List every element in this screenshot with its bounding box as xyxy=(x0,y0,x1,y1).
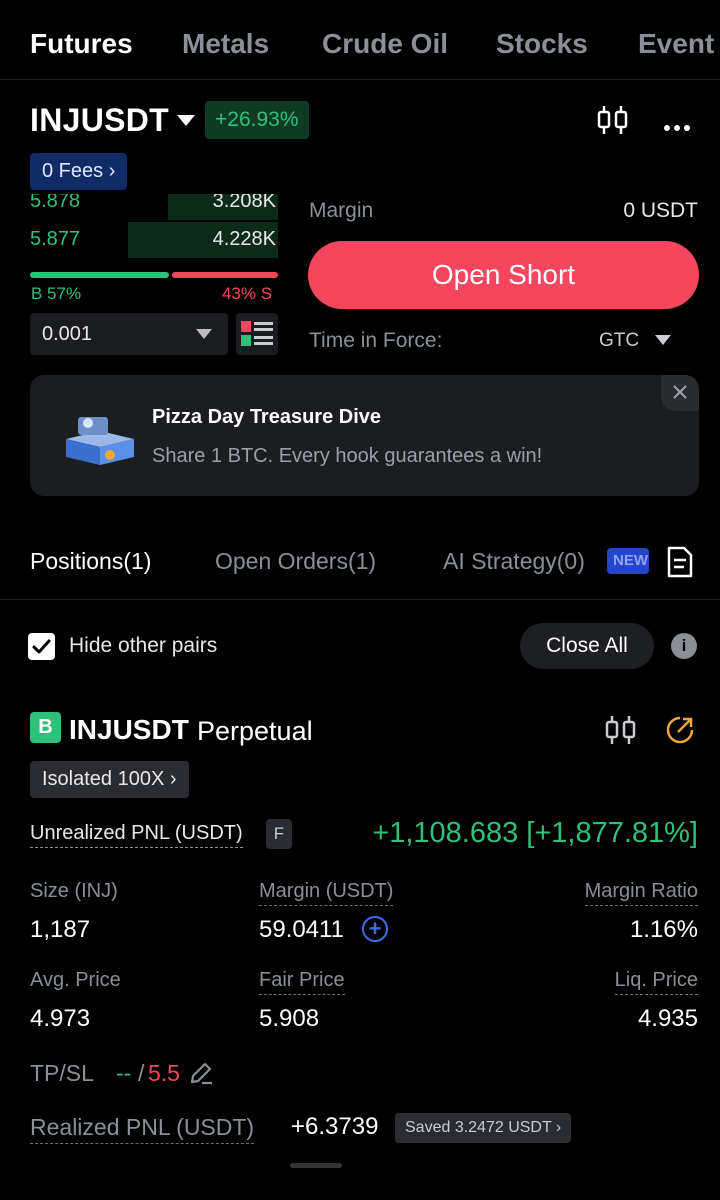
promo-banner[interactable]: Pizza Day Treasure Dive Share 1 BTC. Eve… xyxy=(30,375,699,496)
sell-ratio-bar xyxy=(172,272,278,278)
fair-price-label[interactable]: Fair Price xyxy=(259,969,345,995)
liq-price-value: 4.935 xyxy=(637,1005,698,1032)
promo-title: Pizza Day Treasure Dive xyxy=(152,406,382,428)
orderbook-price: 5.878 xyxy=(30,194,81,212)
orderbook-qty: 4.228K xyxy=(212,228,276,250)
tab-open-orders[interactable]: Open Orders(1) xyxy=(215,548,376,575)
promo-subtitle: Share 1 BTC. Every hook guarantees a win… xyxy=(152,445,543,467)
chevron-down-icon[interactable] xyxy=(177,115,195,126)
size-value: 1,187 xyxy=(30,916,91,943)
close-icon xyxy=(673,385,687,399)
document-icon[interactable] xyxy=(666,545,694,579)
saved-badge[interactable]: Saved 3.2472 USDT › xyxy=(395,1113,572,1143)
market-category-nav: Futures Metals Crude Oil Stocks Event xyxy=(0,0,720,80)
avg-price-value: 4.973 xyxy=(30,1005,91,1032)
sell-ratio-label: 43% S xyxy=(222,284,273,303)
buy-ratio-bar xyxy=(30,272,169,278)
tab-futures[interactable]: Futures xyxy=(30,28,133,60)
close-all-button[interactable]: Close All xyxy=(520,623,654,669)
divider xyxy=(0,599,720,600)
tab-ai-strategy[interactable]: AI Strategy(0) xyxy=(443,548,585,575)
unrealized-pnl-value: +1,108.683 [+1,877.81%] xyxy=(372,817,698,849)
margin-usdt-label[interactable]: Margin (USDT) xyxy=(259,880,394,906)
liq-price-label[interactable]: Liq. Price xyxy=(614,969,698,995)
tpsl-label: TP/SL xyxy=(30,1060,94,1086)
tpsl-separator: / xyxy=(138,1060,145,1086)
tab-event[interactable]: Event xyxy=(638,28,714,60)
share-icon[interactable] xyxy=(665,715,695,745)
precision-value: 0.001 xyxy=(42,323,93,345)
tab-stocks[interactable]: Stocks xyxy=(496,28,588,60)
margin-mode-button[interactable]: Isolated 100X › xyxy=(30,761,189,798)
dropdown-arrow-icon[interactable] xyxy=(655,335,671,345)
add-margin-icon[interactable]: + xyxy=(362,916,388,942)
edit-pencil-icon[interactable] xyxy=(188,1060,214,1086)
side-badge: B xyxy=(30,712,61,743)
avg-price-label: Avg. Price xyxy=(30,969,121,991)
symbol-selector[interactable]: INJUSDT xyxy=(30,102,169,139)
margin-usdt-value: 59.0411 xyxy=(259,916,344,943)
fees-label: 0 Fees xyxy=(42,160,104,182)
margin-value: 0 USDT xyxy=(623,199,698,222)
margin-mode-label: Isolated 100X xyxy=(42,768,165,790)
chevron-right-icon: › xyxy=(555,1119,562,1136)
tab-crude-oil[interactable]: Crude Oil xyxy=(322,28,448,60)
new-badge: NEW xyxy=(607,548,649,574)
size-label: Size (INJ) xyxy=(30,880,118,902)
orderbook-row[interactable]: 5.878 3.208K xyxy=(30,194,278,220)
open-short-button[interactable]: Open Short xyxy=(308,241,699,309)
position-type: Perpetual xyxy=(197,716,313,746)
info-icon[interactable]: i xyxy=(671,633,697,659)
precision-select[interactable]: 0.001 xyxy=(30,313,228,355)
realized-pnl-value: +6.3739 xyxy=(291,1113,379,1140)
position-symbol[interactable]: INJUSDT xyxy=(69,714,189,746)
orderbook-row[interactable]: 5.877 4.228K xyxy=(30,222,278,258)
realized-pnl-label[interactable]: Realized PNL (USDT) xyxy=(30,1114,255,1144)
buy-ratio-label: B 57% xyxy=(31,284,82,303)
hide-other-pairs-checkbox[interactable] xyxy=(28,633,55,660)
margin-label: Margin xyxy=(309,199,374,222)
more-options-icon[interactable] xyxy=(664,118,694,136)
tab-positions[interactable]: Positions(1) xyxy=(30,548,151,575)
tp-value: -- xyxy=(116,1060,132,1086)
time-in-force-label: Time in Force: xyxy=(309,329,443,352)
fees-badge[interactable]: 0 Fees › xyxy=(30,153,128,190)
hide-other-pairs-label[interactable]: Hide other pairs xyxy=(69,634,217,658)
f-badge[interactable]: F xyxy=(266,819,292,849)
chevron-right-icon: › xyxy=(169,768,177,790)
unrealized-pnl-label[interactable]: Unrealized PNL (USDT) xyxy=(30,822,243,848)
candlestick-chart-icon[interactable] xyxy=(604,714,638,746)
orderbook-price: 5.877 xyxy=(30,228,81,250)
margin-ratio-label[interactable]: Margin Ratio xyxy=(584,880,698,906)
fair-price-value: 5.908 xyxy=(259,1005,320,1032)
sl-value: 5.5 xyxy=(148,1060,180,1086)
candlestick-chart-icon[interactable] xyxy=(596,104,630,136)
price-change-badge: +26.93% xyxy=(205,101,309,139)
saved-label: Saved 3.2472 USDT xyxy=(405,1119,552,1136)
orderbook-qty: 3.208K xyxy=(212,194,276,212)
chevron-right-icon: › xyxy=(108,160,116,182)
treasure-chest-icon xyxy=(66,417,134,465)
close-promo-button[interactable] xyxy=(661,375,699,411)
margin-ratio-value: 1.16% xyxy=(629,916,698,943)
time-in-force-value[interactable]: GTC xyxy=(599,330,639,352)
dropdown-arrow-icon xyxy=(196,329,212,339)
tab-metals[interactable]: Metals xyxy=(182,28,269,60)
checkmark-icon xyxy=(32,639,51,654)
scroll-handle[interactable] xyxy=(290,1163,342,1168)
orderbook-layout-icon xyxy=(241,321,273,346)
orderbook-layout-toggle[interactable] xyxy=(236,313,278,355)
